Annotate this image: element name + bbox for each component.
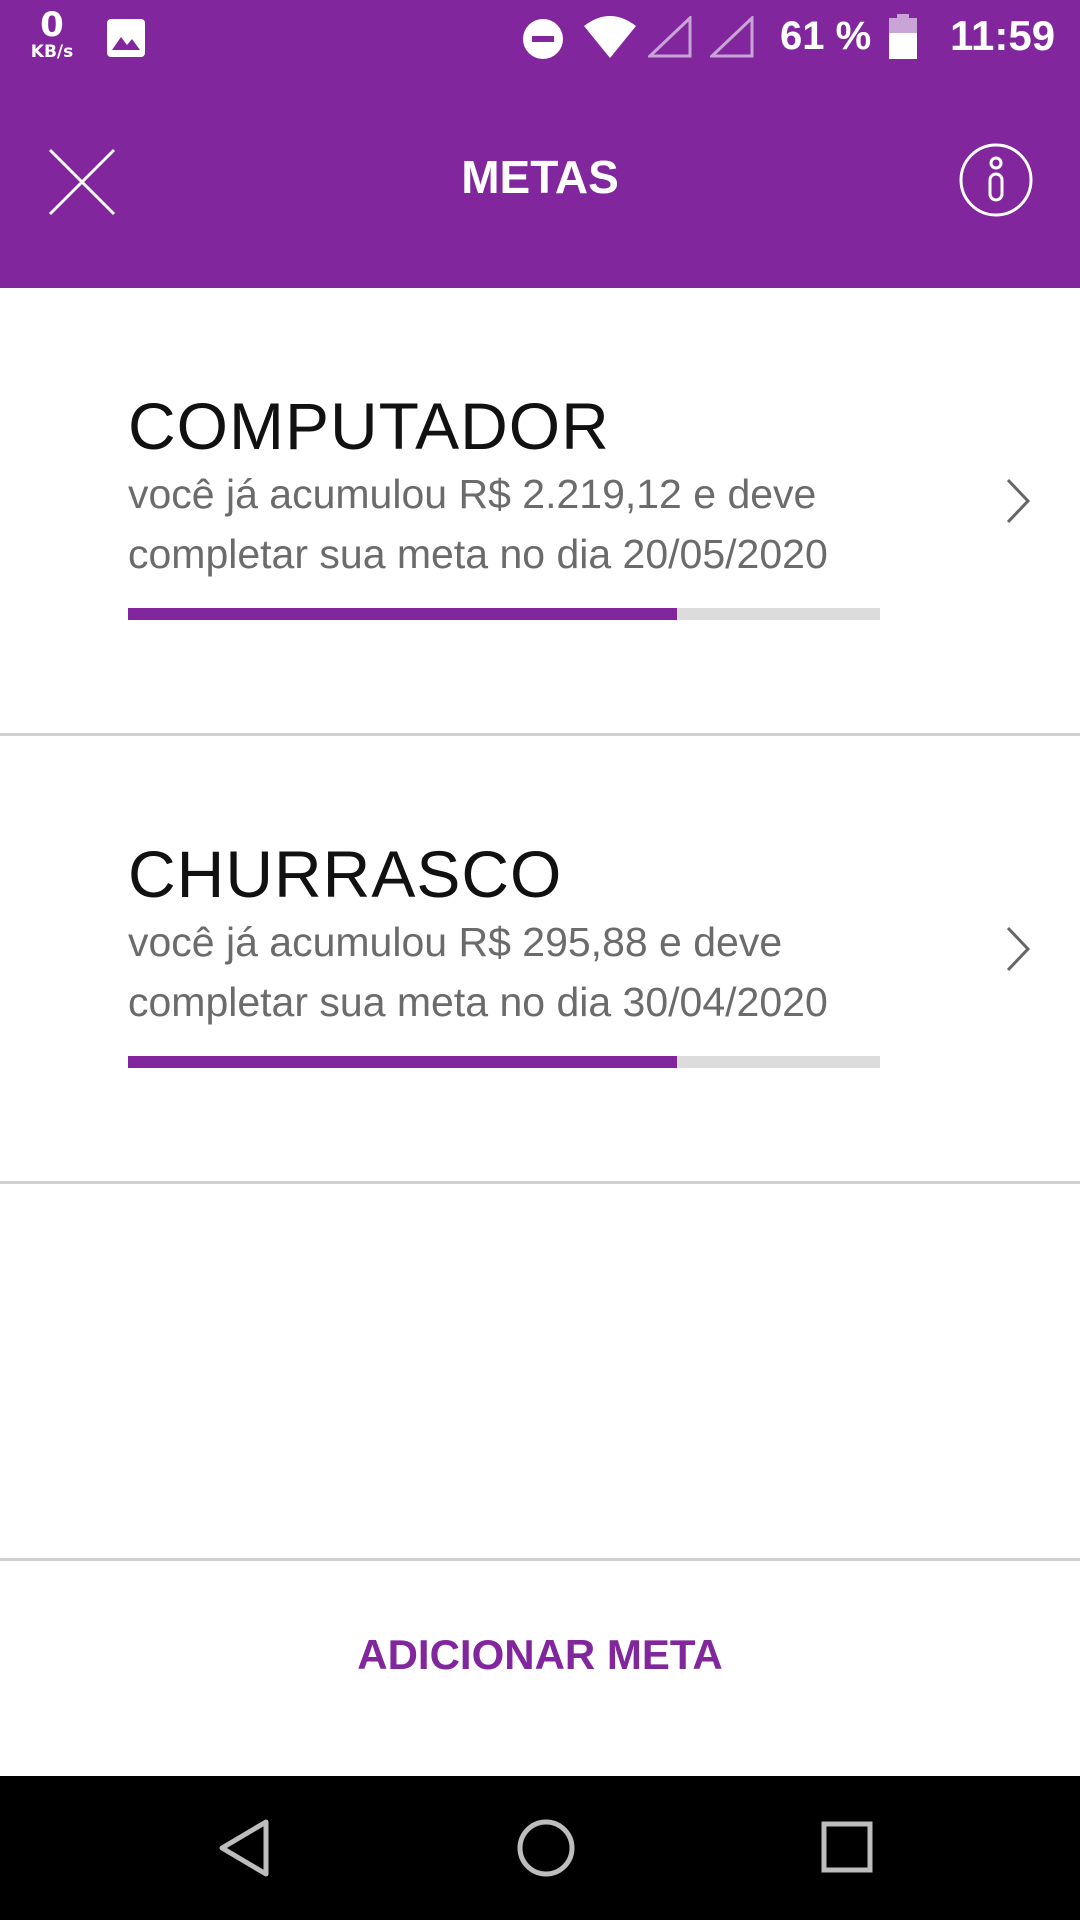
goal-item-computador[interactable]: COMPUTADOR você já acumulou R$ 2.219,12 … (0, 288, 1080, 736)
chevron-right-icon (1006, 926, 1031, 972)
wifi-icon (584, 16, 636, 58)
add-goal-area: ADICIONAR META (0, 1558, 1080, 1774)
battery-icon (889, 14, 917, 59)
image-icon (107, 19, 145, 57)
add-goal-button[interactable]: ADICIONAR META (0, 1631, 1080, 1679)
goal-progress-bar (128, 608, 880, 620)
goal-progress-bar (128, 1056, 880, 1068)
do-not-disturb-icon (523, 19, 563, 59)
info-icon[interactable] (958, 142, 1034, 218)
signal-icon (648, 16, 692, 58)
page-title: METAS (461, 151, 619, 203)
clock: 11:59 (950, 12, 1056, 59)
goal-progress-fill (128, 1056, 677, 1068)
goal-progress-fill (128, 608, 677, 620)
chevron-right-icon (1006, 478, 1031, 524)
status-bar: 0 KB/s 61 % 11:59 (0, 0, 1080, 78)
back-icon[interactable] (216, 1818, 272, 1878)
goal-title: COMPUTADOR (128, 389, 610, 463)
app-header: METAS (0, 78, 1080, 288)
goal-description: você já acumulou R$ 2.219,12 e deve comp… (128, 471, 828, 577)
network-speed-value: 0 (40, 5, 64, 45)
signal-icon (710, 16, 754, 58)
home-icon[interactable] (516, 1818, 576, 1878)
goal-title: CHURRASCO (128, 837, 563, 911)
navigation-bar (0, 1776, 1080, 1920)
goal-description: você já acumulou R$ 295,88 e deve comple… (128, 919, 828, 1025)
goal-item-churrasco[interactable]: CHURRASCO você já acumulou R$ 295,88 e d… (0, 736, 1080, 1184)
network-speed: 0 KB/s (24, 8, 80, 61)
network-speed-unit: KB/s (30, 42, 74, 62)
recent-apps-icon[interactable] (820, 1820, 874, 1874)
battery-percentage: 61 % (780, 14, 872, 58)
